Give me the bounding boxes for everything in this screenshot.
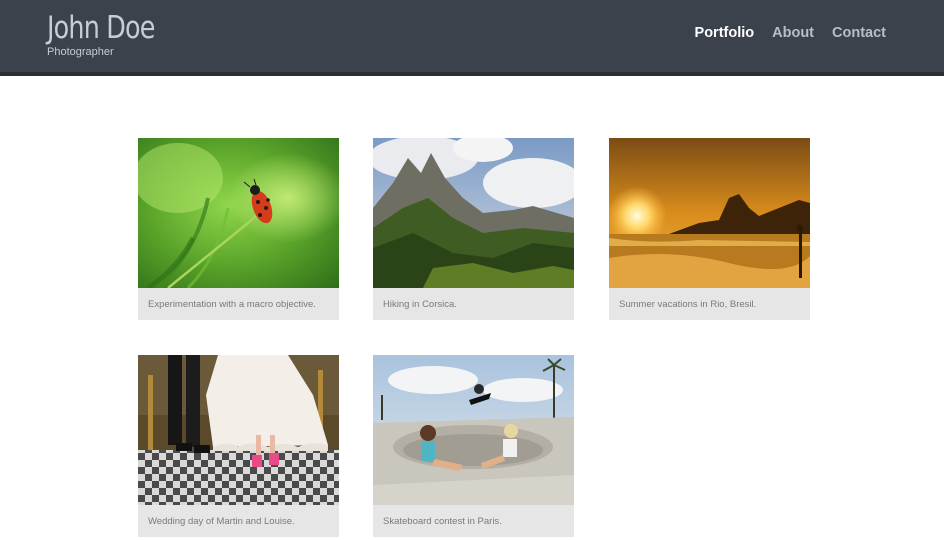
photo-caption: Skateboard contest in Paris. — [383, 516, 502, 527]
photo-corsica[interactable] — [373, 138, 574, 288]
ladybug-photo-image — [138, 138, 339, 288]
gallery-item[interactable]: Wedding day of Martin and Louise. — [138, 355, 339, 537]
photo-caption: Summer vacations in Rio, Bresil. — [619, 299, 757, 310]
photo-caption: Wedding day of Martin and Louise. — [148, 516, 295, 527]
site-brand[interactable]: John Doe Photographer — [47, 9, 178, 58]
gallery-item[interactable]: Experimentation with a macro objective. — [138, 138, 339, 320]
nav-link-portfolio[interactable]: Portfolio — [695, 25, 755, 41]
photo-wedding[interactable] — [138, 355, 339, 505]
photo-skateboard[interactable] — [373, 355, 574, 505]
skatepark-photo-image — [373, 355, 574, 505]
nav-link-about[interactable]: About — [772, 25, 814, 41]
photo-caption: Experimentation with a macro objective. — [148, 299, 316, 310]
site-header: John Doe Photographer Portfolio About Co… — [0, 0, 944, 76]
site-title: John Doe — [47, 10, 155, 46]
photo-ladybug[interactable] — [138, 138, 339, 288]
site-tagline: Photographer — [47, 46, 114, 58]
wedding-photo-image — [138, 355, 339, 505]
sunset-photo-image — [609, 138, 810, 288]
portfolio-gallery: Experimentation with a macro objective. — [138, 138, 810, 538]
gallery-item[interactable]: Skateboard contest in Paris. — [373, 355, 574, 537]
mountains-photo-image — [373, 138, 574, 288]
photo-caption: Hiking in Corsica. — [383, 299, 457, 310]
gallery-item[interactable]: Summer vacations in Rio, Bresil. — [609, 138, 810, 320]
gallery-item[interactable]: Hiking in Corsica. — [373, 138, 574, 320]
nav-link-contact[interactable]: Contact — [832, 25, 886, 41]
photo-rio[interactable] — [609, 138, 810, 288]
main-nav: Portfolio About Contact — [695, 25, 886, 41]
